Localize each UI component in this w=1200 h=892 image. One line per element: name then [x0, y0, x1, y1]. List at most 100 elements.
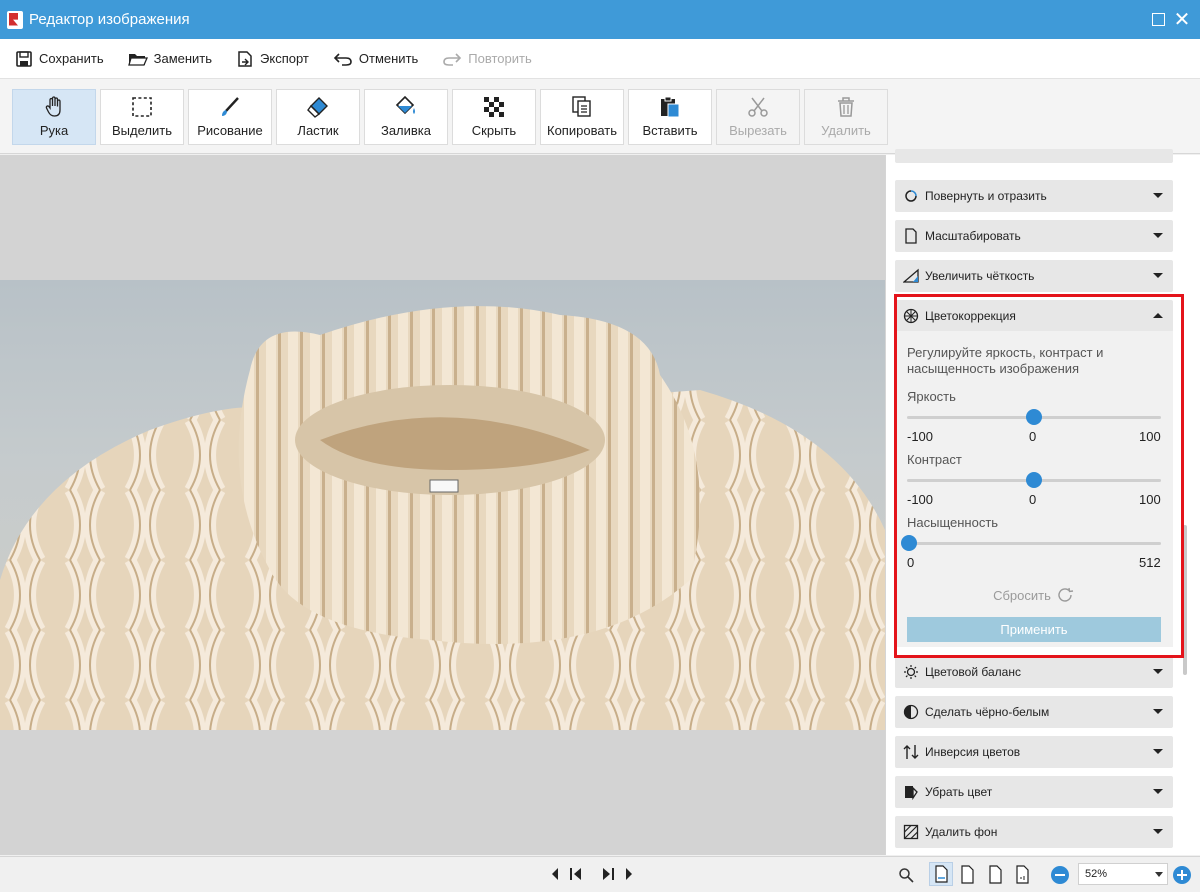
draw-label: Рисование [197, 123, 263, 138]
cut-tool[interactable]: Вырезать [716, 89, 800, 145]
export-button[interactable]: Экспорт [236, 50, 309, 68]
sharpen-icon [903, 268, 919, 283]
copy-tool[interactable]: Копировать [540, 89, 624, 145]
delete-label: Удалить [821, 123, 871, 138]
first-icon[interactable] [568, 866, 584, 882]
redo-button[interactable]: Повторить [442, 51, 532, 67]
section-rotate[interactable]: Повернуть и отразить [895, 180, 1173, 212]
copy-icon [572, 96, 591, 117]
undo-label: Отменить [358, 51, 419, 66]
fill-label: Заливка [380, 123, 432, 138]
scissors-icon [748, 97, 768, 117]
redo-icon [443, 52, 462, 66]
undo-button[interactable]: Отменить [333, 51, 418, 67]
section-color-balance[interactable]: Цветовой баланс [895, 656, 1173, 688]
section-sharpen[interactable]: Увеличить чёткость [895, 260, 1173, 292]
chevron-down-icon [1153, 749, 1163, 754]
highlight-frame [894, 294, 1184, 658]
chevron-down-icon [1155, 872, 1163, 877]
export-icon [238, 50, 252, 67]
copy-label: Копировать [547, 123, 617, 138]
open-folder-icon [127, 53, 148, 66]
action-bar: Сохранить Заменить Экспорт Отменить Повт… [0, 39, 1200, 79]
hatch-icon [903, 824, 919, 840]
replace-button[interactable]: Заменить [127, 50, 213, 68]
draw-tool[interactable]: Рисование [188, 89, 272, 145]
last-icon[interactable] [600, 866, 616, 882]
section-remove-bg[interactable]: Удалить фон [895, 816, 1173, 848]
brush-icon [222, 97, 239, 116]
fill-tool[interactable]: Заливка [364, 89, 448, 145]
section-invert[interactable]: Инверсия цветов [895, 736, 1173, 768]
section-remove-bg-label: Удалить фон [925, 825, 998, 839]
section-black-white-label: Сделать чёрно-белым [925, 705, 1050, 719]
chevron-down-icon [1153, 273, 1163, 278]
section-black-white[interactable]: Сделать чёрно-белым [895, 696, 1173, 728]
hand-icon [45, 96, 61, 117]
checker-icon [484, 97, 504, 117]
eraser-label: Ластик [297, 123, 339, 138]
zoom-out-icon[interactable] [1050, 865, 1070, 885]
next-icon[interactable] [622, 866, 636, 882]
paste-tool[interactable]: Вставить [628, 89, 712, 145]
search-icon[interactable] [898, 867, 914, 883]
sweater-image [0, 306, 885, 730]
section-rotate-label: Повернуть и отразить [925, 189, 1047, 203]
image-canvas[interactable] [0, 155, 885, 855]
page-navigation [548, 866, 636, 882]
app-logo-icon [7, 10, 23, 29]
replace-label: Заменить [153, 51, 213, 66]
section-remove-color-label: Убрать цвет [925, 785, 993, 799]
hide-label: Скрыть [471, 123, 517, 138]
page-fit-icon [935, 865, 948, 883]
selection-icon [132, 97, 152, 117]
invert-arrows-icon [903, 745, 919, 759]
select-label: Выделить [112, 123, 172, 138]
section-scale[interactable]: Масштабировать [895, 220, 1173, 252]
fit-page-button[interactable] [929, 862, 953, 886]
prev-icon[interactable] [548, 866, 562, 882]
section-scale-label: Масштабировать [925, 229, 1021, 243]
maximize-icon[interactable] [1148, 9, 1168, 29]
trash-icon [838, 97, 854, 117]
page-actual-icon[interactable] [986, 865, 1006, 885]
chevron-down-icon [1153, 193, 1163, 198]
save-button[interactable]: Сохранить [15, 50, 104, 68]
close-icon[interactable]: ✕ [1172, 9, 1192, 31]
chevron-down-icon [1153, 233, 1163, 238]
hand-tool[interactable]: Рука [12, 89, 96, 145]
sun-icon [904, 665, 918, 679]
chevron-down-icon [1153, 829, 1163, 834]
eraser-icon [307, 97, 328, 118]
zoom-value: 52% [1085, 868, 1108, 880]
chevron-down-icon [1153, 669, 1163, 674]
page-ratio-icon[interactable] [1013, 865, 1033, 885]
eraser-tool[interactable]: Ластик [276, 89, 360, 145]
chevron-down-icon [1153, 709, 1163, 714]
zoom-select[interactable]: 52% [1078, 863, 1168, 885]
window-title: Редактор изображения [29, 11, 190, 28]
section-color-balance-label: Цветовой баланс [925, 665, 1021, 679]
delete-tool[interactable]: Удалить [804, 89, 888, 145]
zoom-in-icon[interactable] [1172, 865, 1192, 885]
rotate-icon [905, 190, 917, 202]
title-bar: Редактор изображения ✕ [0, 0, 1200, 39]
sweater-photo [0, 280, 885, 730]
scale-icon [905, 228, 917, 244]
undo-icon [333, 52, 352, 66]
tool-bar: Рука Выделить Рисование Ластик Заливка С… [0, 79, 1200, 154]
redo-label: Повторить [468, 51, 532, 66]
page-width-icon[interactable] [958, 865, 978, 885]
chevron-down-icon [1153, 789, 1163, 794]
select-tool[interactable]: Выделить [100, 89, 184, 145]
save-icon [16, 50, 32, 67]
save-label: Сохранить [39, 51, 104, 66]
hand-label: Рука [39, 123, 69, 138]
paste-label: Вставить [642, 123, 698, 138]
section-sharpen-label: Увеличить чёткость [925, 269, 1035, 283]
export-label: Экспорт [260, 51, 309, 66]
section-top-partial[interactable] [895, 149, 1173, 163]
section-remove-color[interactable]: Убрать цвет [895, 776, 1173, 808]
half-circle-icon [903, 704, 919, 720]
hide-tool[interactable]: Скрыть [452, 89, 536, 145]
